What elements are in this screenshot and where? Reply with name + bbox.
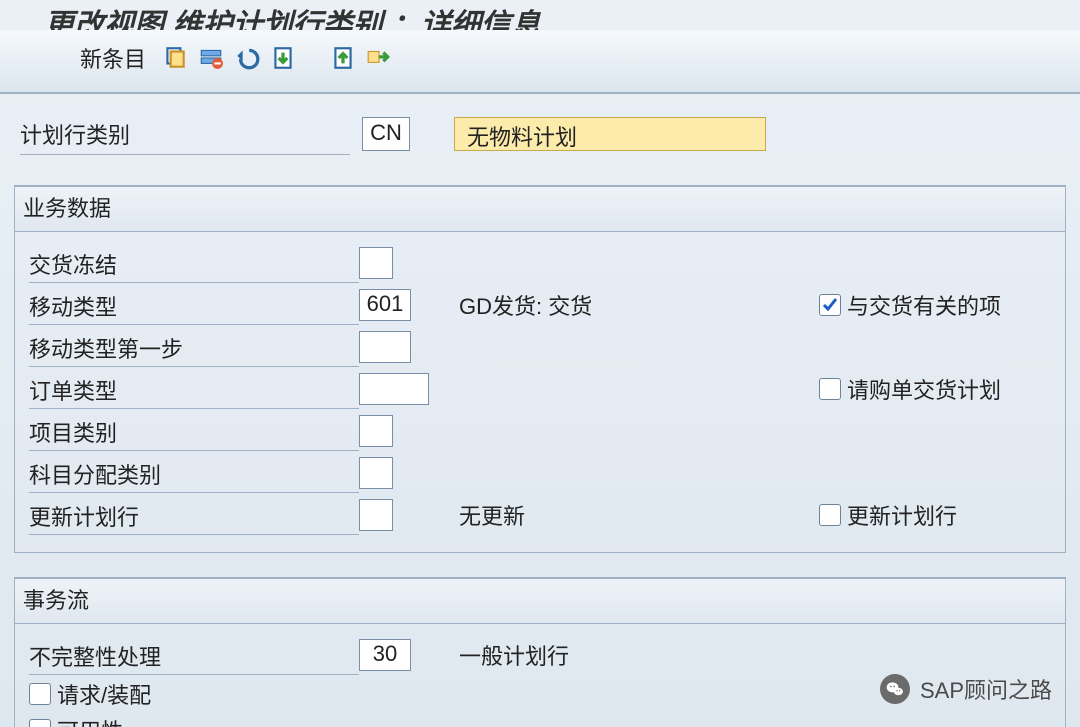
account-assignment-label: 科目分配类别 xyxy=(29,454,359,493)
incompletion-proc-desc: 一般计划行 xyxy=(449,639,819,671)
movement-type-step1-field[interactable] xyxy=(359,331,411,363)
update-plan-line-label: 更新计划行 xyxy=(29,496,359,535)
incompletion-proc-field[interactable]: 30 xyxy=(359,639,411,671)
wechat-icon xyxy=(880,674,910,704)
unchecked-box-icon xyxy=(29,683,51,705)
relevant-for-delivery-checkbox[interactable]: 与交货有关的项 xyxy=(819,289,1079,321)
movement-type-step1-label: 移动类型第一步 xyxy=(29,328,359,367)
movement-type-desc: GD发货: 交货 xyxy=(449,289,819,321)
toolbar: 新条目 xyxy=(0,30,1080,94)
unchecked-box-icon xyxy=(29,719,51,727)
pr-delivery-schedule-checkbox[interactable]: 请购单交货计划 xyxy=(819,373,1079,405)
business-data-group: 业务数据 交货冻结 移动类型 601 GD发货: 交货 与交货有关的项 移动类型… xyxy=(14,185,1066,553)
transaction-flow-title: 事务流 xyxy=(15,577,1065,624)
page-title: 更改视图 维护计划行类别 ：详细信息 xyxy=(0,0,1080,30)
copy-icon[interactable] xyxy=(162,45,188,71)
undo-icon[interactable] xyxy=(234,45,260,71)
watermark-text: SAP顾问之路 xyxy=(920,673,1052,705)
import-icon[interactable] xyxy=(270,45,296,71)
item-category-label: 项目类别 xyxy=(29,412,359,451)
order-type-field[interactable] xyxy=(359,373,429,405)
movement-type-label: 移动类型 xyxy=(29,286,359,325)
delivery-block-field[interactable] xyxy=(359,247,393,279)
plan-line-category-desc[interactable]: 无物料计划 xyxy=(454,117,766,151)
availability-checkbox[interactable]: 可用性 xyxy=(29,712,1051,727)
export-icon[interactable] xyxy=(330,45,356,71)
header-row: 计划行类别 CN 无物料计划 xyxy=(0,94,1080,185)
check-icon xyxy=(819,294,841,316)
unchecked-box-icon xyxy=(819,378,841,400)
delivery-block-label: 交货冻结 xyxy=(29,244,359,283)
incompletion-proc-label: 不完整性处理 xyxy=(29,636,359,675)
delete-row-icon[interactable] xyxy=(198,45,224,71)
plan-line-category-code[interactable]: CN xyxy=(362,117,410,151)
item-category-field[interactable] xyxy=(359,415,393,447)
update-plan-line-checkbox[interactable]: 更新计划行 xyxy=(819,499,1079,531)
order-type-label: 订单类型 xyxy=(29,370,359,409)
update-plan-line-desc: 无更新 xyxy=(449,499,819,531)
movement-type-field[interactable]: 601 xyxy=(359,289,411,321)
unchecked-box-icon xyxy=(819,504,841,526)
account-assignment-field[interactable] xyxy=(359,457,393,489)
business-data-title: 业务数据 xyxy=(15,185,1065,232)
plan-line-category-label: 计划行类别 xyxy=(20,112,350,155)
watermark: SAP顾问之路 xyxy=(880,673,1052,705)
update-plan-line-field[interactable] xyxy=(359,499,393,531)
transport-icon[interactable] xyxy=(366,45,392,71)
sap-detail-view: 更改视图 维护计划行类别 ：详细信息 新条目 计划行类别 CN 无物料计划 业务… xyxy=(0,0,1080,727)
new-entry-button[interactable]: 新条目 xyxy=(80,42,146,74)
